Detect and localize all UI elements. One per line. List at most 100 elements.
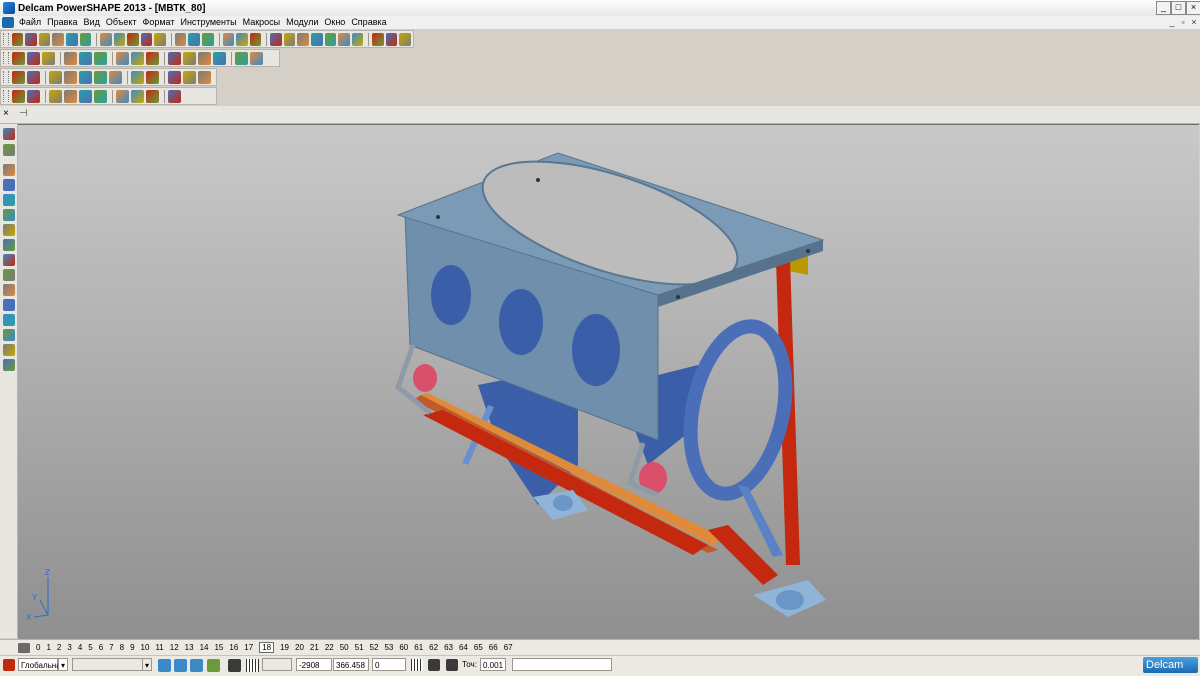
tool-icon[interactable]: [79, 32, 92, 46]
tool-icon[interactable]: [27, 51, 40, 65]
level-button[interactable]: 50: [340, 643, 349, 652]
tool-icon[interactable]: [399, 32, 412, 46]
level-button[interactable]: 1: [46, 643, 50, 652]
tool-icon[interactable]: [338, 32, 350, 46]
tool-icon[interactable]: [372, 32, 384, 46]
tolerance-icon[interactable]: [446, 659, 458, 671]
menu-view[interactable]: Вид: [81, 16, 103, 29]
toolbar-grip[interactable]: [3, 52, 9, 64]
tool-icon[interactable]: [250, 51, 263, 65]
tool-icon[interactable]: [270, 32, 282, 46]
tool-icon[interactable]: [146, 51, 159, 65]
tool-icon[interactable]: [168, 70, 181, 84]
tool-icon[interactable]: [3, 144, 15, 156]
tool-icon[interactable]: [94, 70, 107, 84]
tolerance-field[interactable]: 0.001: [480, 658, 506, 671]
level-button[interactable]: 10: [141, 643, 150, 652]
menu-edit[interactable]: Правка: [44, 16, 80, 29]
tool-icon[interactable]: [222, 32, 235, 46]
level-button[interactable]: 7: [109, 643, 113, 652]
tool-icon[interactable]: [12, 51, 25, 65]
tool-icon[interactable]: [198, 70, 211, 84]
command-input[interactable]: [512, 658, 612, 671]
level-button[interactable]: 12: [170, 643, 179, 652]
level-button[interactable]: 18: [259, 642, 275, 653]
tool-icon[interactable]: [27, 89, 40, 103]
level-button[interactable]: 5: [88, 643, 92, 652]
menu-modules[interactable]: Модули: [283, 16, 321, 29]
tool-icon[interactable]: [249, 32, 262, 46]
coord-x-field[interactable]: -2908: [296, 658, 332, 671]
level-button[interactable]: 17: [244, 643, 253, 652]
model-canvas[interactable]: Z Y X: [18, 125, 1199, 639]
snap-icon[interactable]: [158, 659, 171, 672]
level-button[interactable]: 19: [280, 643, 289, 652]
menu-file[interactable]: Файл: [16, 16, 44, 29]
tool-icon[interactable]: [202, 32, 214, 46]
tool-icon[interactable]: [174, 32, 187, 46]
level-button[interactable]: 6: [99, 643, 103, 652]
tool-icon[interactable]: [12, 89, 25, 103]
grid-icon[interactable]: [411, 659, 423, 671]
pin-icon[interactable]: ⊣: [19, 108, 28, 119]
lock-icon[interactable]: [428, 659, 440, 671]
close-button[interactable]: ×: [1186, 1, 1200, 15]
tool-icon[interactable]: [311, 32, 323, 46]
tool-icon[interactable]: [283, 32, 296, 46]
mdi-restore-button[interactable]: ▫: [1178, 17, 1188, 28]
tool-icon[interactable]: [3, 224, 15, 236]
tool-icon[interactable]: [27, 70, 40, 84]
level-button[interactable]: 13: [185, 643, 194, 652]
graphics-viewport[interactable]: Z Y X: [18, 124, 1199, 639]
tool-icon[interactable]: [3, 239, 15, 251]
level-button[interactable]: 16: [229, 643, 238, 652]
coord-y-field[interactable]: 366.458: [333, 658, 369, 671]
tool-icon[interactable]: [213, 51, 226, 65]
units-select[interactable]: [72, 658, 152, 671]
tool-icon[interactable]: [168, 51, 181, 65]
lock-icon[interactable]: [228, 659, 241, 672]
tool-icon[interactable]: [79, 51, 92, 65]
tool-icon[interactable]: [297, 32, 309, 46]
level-button[interactable]: 60: [399, 643, 408, 652]
tool-icon[interactable]: [64, 70, 77, 84]
tool-icon[interactable]: [38, 32, 51, 46]
grid-field[interactable]: [262, 658, 292, 671]
level-button[interactable]: 20: [295, 643, 304, 652]
tool-icon[interactable]: [3, 164, 15, 176]
level-button[interactable]: 64: [459, 643, 468, 652]
menu-format[interactable]: Формат: [140, 16, 178, 29]
tool-icon[interactable]: [109, 70, 122, 84]
coord-z-field[interactable]: 0: [372, 658, 406, 671]
tool-icon[interactable]: [3, 269, 15, 281]
menu-window[interactable]: Окно: [321, 16, 348, 29]
tool-icon[interactable]: [183, 70, 196, 84]
tool-icon[interactable]: [324, 32, 337, 46]
workplane-select[interactable]: Глобальна: [18, 658, 61, 671]
mdi-minimize-button[interactable]: _: [1167, 17, 1177, 28]
tool-icon[interactable]: [140, 32, 153, 46]
tool-icon[interactable]: [3, 329, 15, 341]
level-button[interactable]: 14: [200, 643, 209, 652]
level-button[interactable]: 52: [370, 643, 379, 652]
tool-icon[interactable]: [146, 70, 159, 84]
tool-icon[interactable]: [11, 32, 24, 46]
level-button[interactable]: 65: [474, 643, 483, 652]
tool-icon[interactable]: [188, 32, 201, 46]
tool-icon[interactable]: [3, 209, 15, 221]
tool-icon[interactable]: [3, 128, 15, 140]
level-button[interactable]: 3: [67, 643, 71, 652]
tool-icon[interactable]: [49, 89, 62, 103]
grid-icon[interactable]: [246, 659, 259, 672]
tool-icon[interactable]: [235, 51, 248, 65]
level-button[interactable]: 9: [130, 643, 134, 652]
level-button[interactable]: 66: [489, 643, 498, 652]
level-button[interactable]: 8: [120, 643, 124, 652]
tool-icon[interactable]: [3, 314, 15, 326]
tool-icon[interactable]: [25, 32, 37, 46]
level-button[interactable]: 4: [78, 643, 82, 652]
toolbar-grip[interactable]: [3, 71, 9, 83]
tool-icon[interactable]: [116, 89, 129, 103]
tool-icon[interactable]: [116, 51, 129, 65]
maximize-button[interactable]: □: [1171, 1, 1186, 15]
